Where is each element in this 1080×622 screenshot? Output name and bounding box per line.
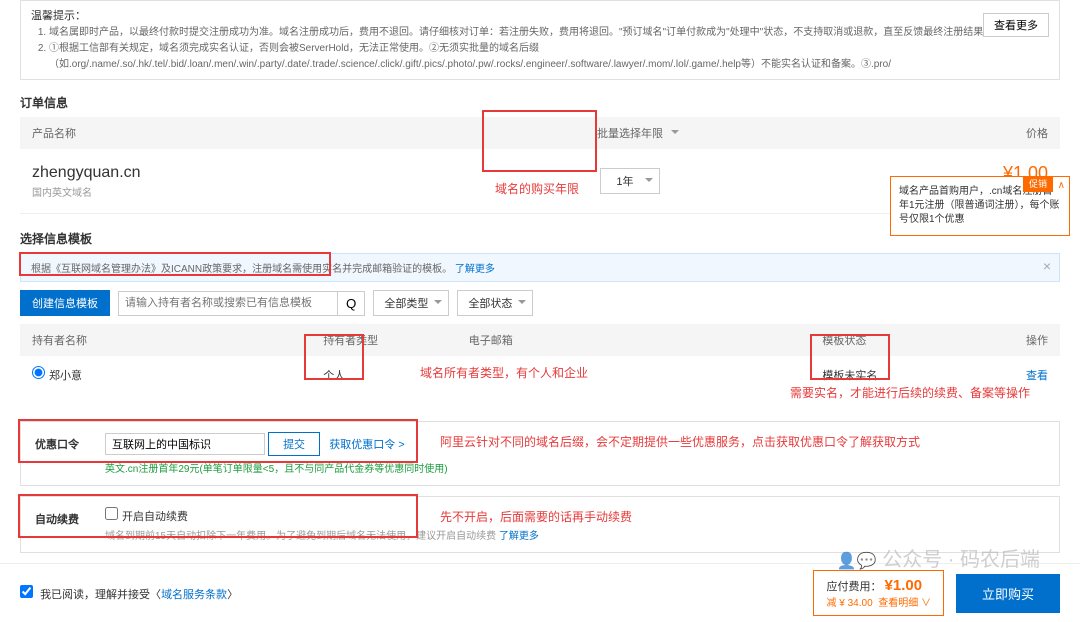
th-product: 产品名称	[20, 117, 475, 149]
promo-badge: 促销	[1023, 176, 1053, 192]
agree-label[interactable]: 我已阅读，理解并接受〈域名服务条款〉	[20, 589, 238, 601]
footer-bar: 我已阅读，理解并接受〈域名服务条款〉 应付费用： ¥1.00 减 ¥ 34.00…	[0, 563, 1080, 622]
template-search-input[interactable]	[118, 291, 338, 316]
agree-checkbox[interactable]	[20, 585, 33, 598]
view-more-button[interactable]: 查看更多	[983, 13, 1049, 37]
annotation-text: 域名的购买年限	[495, 180, 579, 197]
annotation-text: 先不开启，后面需要的话再手动续费	[440, 508, 632, 525]
summary-amount: ¥1.00	[885, 577, 923, 594]
year-select[interactable]: 1年	[600, 168, 660, 194]
learn-more-link[interactable]: 了解更多	[499, 531, 539, 542]
renew-checkbox-label[interactable]: 开启自动续费	[105, 511, 188, 523]
domain-name: zhengyquan.cn	[32, 164, 463, 182]
order-section-title: 订单信息	[20, 88, 1060, 117]
template-notice: 根据《互联网域名管理办法》及ICANN政策要求，注册域名需使用实名并完成邮箱验证…	[20, 253, 1060, 282]
renew-hint: 域名到期前15天自动扣除下一年费用。为了避免到期后域名无法使用，建议开启自动续费…	[105, 527, 539, 542]
renew-label: 自动续费	[35, 507, 85, 527]
annotation-text: 域名所有者类型，有个人和企业	[420, 364, 588, 381]
th-action: 操作	[977, 324, 1060, 356]
close-icon[interactable]: ∧	[1058, 179, 1065, 193]
close-icon[interactable]: ×	[1043, 258, 1051, 274]
warm-tips-list: 域名属即时产品，以最终付款时提交注册成功为准。域名注册成功后，费用不退回。请仔细…	[31, 25, 1049, 73]
get-coupon-link[interactable]: 获取优惠口令 >	[329, 439, 404, 451]
create-template-button[interactable]: 创建信息模板	[20, 290, 110, 316]
th-holder-name: 持有者名称	[20, 324, 311, 356]
warm-tips-title: 温馨提示：	[31, 7, 1049, 23]
coupon-label: 优惠口令	[35, 432, 85, 452]
coupon-row: 优惠口令 提交 获取优惠口令 > 英文.cn注册首年29元(单笔订单限量<5，且…	[20, 421, 1060, 486]
coupon-input[interactable]	[105, 433, 265, 455]
template-section-title: 选择信息模板	[20, 224, 1060, 253]
warm-tip-item: 域名属即时产品，以最终付款时提交注册成功为准。域名注册成功后，费用不退回。请仔细…	[49, 25, 1049, 41]
coupon-green-text: 英文.cn注册首年29元(单笔订单限量<5，且不与同产品代金券等优惠同时使用)	[105, 460, 448, 475]
annotation-text: 阿里云针对不同的域名后缀，会不定期提供一些优惠服务，点击获取优惠口令了解获取方式	[440, 433, 920, 450]
th-year[interactable]: 批量选择年限	[475, 117, 784, 149]
th-holder-type: 持有者类型	[311, 324, 457, 356]
summary-label: 应付费用：	[826, 581, 881, 593]
buy-button[interactable]: 立即购买	[956, 574, 1060, 613]
template-table: 持有者名称 持有者类型 电子邮箱 模板状态 操作 郑小意 个人 模板未实名 查看	[20, 324, 1060, 393]
filter-status-select[interactable]: 全部状态	[457, 290, 533, 316]
summary-discount: 减 ¥ 34.00	[826, 598, 872, 609]
view-action-link[interactable]: 查看	[1026, 370, 1048, 382]
renew-checkbox[interactable]	[105, 507, 118, 520]
domain-desc: 国内英文域名	[32, 184, 463, 199]
detail-link[interactable]: 查看明细	[878, 598, 918, 609]
search-button[interactable]: Q	[338, 291, 365, 316]
learn-more-link[interactable]: 了解更多	[455, 264, 495, 275]
holder-name: 郑小意	[49, 370, 82, 382]
warm-tip-item: ①根据工信部有关规定，域名须完成实名认证，否则会被ServerHold，无法正常…	[49, 41, 1049, 73]
template-radio[interactable]	[32, 366, 45, 379]
warm-tips-box: 温馨提示： 域名属即时产品，以最终付款时提交注册成功为准。域名注册成功后，费用不…	[20, 0, 1060, 80]
terms-link[interactable]: 域名服务条款	[161, 589, 227, 601]
th-price: 价格	[785, 117, 1060, 149]
coupon-submit-button[interactable]: 提交	[268, 432, 320, 456]
th-email: 电子邮箱	[457, 324, 811, 356]
chevron-down-icon: ∨	[921, 598, 931, 609]
summary-box: 应付费用： ¥1.00 减 ¥ 34.00 查看明细 ∨	[813, 570, 944, 616]
th-status: 模板状态	[810, 324, 976, 356]
filter-type-select[interactable]: 全部类型	[373, 290, 449, 316]
annotation-text: 需要实名，才能进行后续的续费、备案等操作	[790, 384, 1030, 401]
